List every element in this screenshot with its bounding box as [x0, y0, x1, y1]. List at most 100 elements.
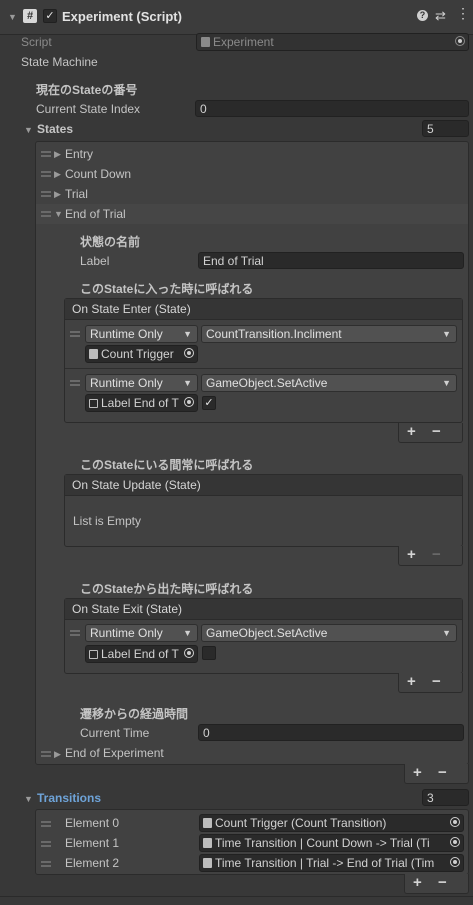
- exit-call-0-bool-checkbox[interactable]: [202, 646, 216, 660]
- drag-handle-icon[interactable]: [41, 841, 51, 847]
- foldout-arrow-icon[interactable]: ▼: [8, 12, 17, 22]
- drag-handle-icon[interactable]: [41, 171, 51, 177]
- context-menu-icon[interactable]: ⋮: [456, 6, 470, 20]
- drag-handle-icon[interactable]: [70, 630, 80, 636]
- transition-element-label: Element 0: [65, 816, 120, 830]
- states-size-input[interactable]: 5: [422, 120, 469, 137]
- exit-list-footer: + −: [398, 673, 463, 693]
- remove-button[interactable]: −: [432, 424, 441, 440]
- state-end-of-experiment-foldout-icon[interactable]: ▶: [54, 749, 61, 760]
- enter-call-1-function-dropdown[interactable]: GameObject.SetActive ▼: [201, 374, 457, 392]
- component-title: Experiment (Script): [62, 9, 182, 24]
- add-button[interactable]: +: [413, 875, 422, 891]
- drag-handle-icon[interactable]: [41, 821, 51, 827]
- state-item-end-of-trial[interactable]: End of Trial: [65, 206, 126, 222]
- exit-call-0-function-dropdown[interactable]: GameObject.SetActive ▼: [201, 624, 457, 642]
- current-state-index-label: Current State Index: [36, 102, 141, 116]
- object-picker-icon[interactable]: [184, 648, 194, 658]
- object-picker-icon[interactable]: [184, 348, 194, 358]
- enter-call-0-object-field[interactable]: Count Trigger: [85, 345, 198, 363]
- state-end-of-trial-foldout-icon[interactable]: ▼: [54, 209, 63, 219]
- on-state-enter-title: On State Enter (State): [65, 299, 462, 320]
- transition-element-1-field[interactable]: Time Transition | Count Down -> Trial (T…: [199, 834, 464, 852]
- update-header: このStateにいる間常に呼ばれる: [80, 458, 254, 472]
- enter-call-0-function-dropdown[interactable]: CountTransition.Incliment ▼: [201, 325, 457, 343]
- state-item-trial[interactable]: Trial: [65, 186, 88, 202]
- transitions-list-footer: + −: [404, 874, 469, 894]
- current-time-input[interactable]: 0: [198, 724, 464, 741]
- state-item-count-down[interactable]: Count Down: [65, 166, 131, 182]
- remove-button[interactable]: −: [438, 765, 447, 781]
- preset-icon[interactable]: ⇄: [435, 8, 446, 24]
- object-picker-icon[interactable]: [450, 817, 460, 827]
- component-header: ▼ # ✓ Experiment (Script) ? ⇄ ⋮: [0, 0, 473, 35]
- exit-call-0-object-field[interactable]: Label End of T: [85, 645, 198, 663]
- enter-call-0-mode-dropdown[interactable]: Runtime Only ▼: [85, 325, 198, 343]
- drag-handle-icon[interactable]: [41, 151, 51, 157]
- enter-call-1-object-field[interactable]: Label End of T: [85, 394, 198, 412]
- exit-header: このStateから出た時に呼ばれる: [80, 582, 254, 596]
- states-label: States: [37, 122, 74, 136]
- enter-list-footer: + −: [398, 423, 463, 443]
- states-foldout-icon[interactable]: ▼: [24, 125, 33, 135]
- remove-button[interactable]: −: [432, 674, 441, 690]
- list-empty-label: List is Empty: [73, 514, 142, 528]
- script-field-value: Experiment: [213, 35, 274, 49]
- transition-element-2-field[interactable]: Time Transition | Trial -> End of Trial …: [199, 854, 464, 872]
- gameobject-icon: [86, 647, 101, 661]
- enter-header: このStateに入った時に呼ばれる: [80, 282, 254, 296]
- divider: [65, 368, 462, 369]
- state-countdown-foldout-icon[interactable]: ▶: [54, 169, 61, 180]
- on-state-exit-title: On State Exit (State): [65, 599, 462, 620]
- object-picker-icon[interactable]: [450, 837, 460, 847]
- state-label-caption: Label: [80, 254, 110, 268]
- enter-call-1-mode-dropdown[interactable]: Runtime Only ▼: [85, 374, 198, 392]
- current-state-header: 現在のStateの番号: [36, 83, 138, 97]
- state-entry-foldout-icon[interactable]: ▶: [54, 149, 61, 160]
- state-label-input[interactable]: End of Trial: [198, 252, 464, 269]
- object-picker-icon[interactable]: [184, 397, 194, 407]
- add-button[interactable]: +: [407, 424, 416, 440]
- add-button[interactable]: +: [407, 547, 416, 563]
- object-field-value: Count Trigger: [101, 347, 174, 361]
- drag-handle-icon[interactable]: [41, 861, 51, 867]
- script-file-icon: [200, 836, 215, 850]
- component-enabled-checkbox[interactable]: ✓: [43, 9, 57, 23]
- states-list-footer: + −: [404, 764, 469, 784]
- script-file-icon: [200, 856, 215, 870]
- drag-handle-icon[interactable]: [70, 331, 80, 337]
- dropdown-caret-icon: ▼: [183, 378, 192, 388]
- dropdown-caret-icon: ▼: [183, 329, 192, 339]
- object-field-value: Time Transition | Count Down -> Trial (T…: [215, 836, 430, 850]
- transitions-size-input[interactable]: 3: [422, 789, 469, 806]
- current-state-index-input[interactable]: 0: [195, 100, 469, 117]
- transitions-foldout-icon[interactable]: ▼: [24, 794, 33, 804]
- on-state-update-title: On State Update (State): [65, 475, 462, 496]
- exit-call-0-mode-dropdown[interactable]: Runtime Only ▼: [85, 624, 198, 642]
- transition-element-0-field[interactable]: Count Trigger (Count Transition): [199, 814, 464, 832]
- object-picker-icon[interactable]: [450, 857, 460, 867]
- dropdown-value: GameObject.SetActive: [206, 626, 328, 640]
- remove-button: −: [432, 546, 441, 563]
- add-button[interactable]: +: [407, 674, 416, 690]
- object-field-value: Count Trigger (Count Transition): [215, 816, 387, 830]
- state-item-end-of-experiment[interactable]: End of Experiment: [65, 745, 164, 761]
- dropdown-caret-icon: ▼: [183, 628, 192, 638]
- dropdown-value: CountTransition.Incliment: [206, 327, 342, 341]
- state-trial-foldout-icon[interactable]: ▶: [54, 189, 61, 200]
- object-field-value: Label End of T: [101, 396, 179, 410]
- object-field-value: Label End of T: [101, 647, 179, 661]
- script-file-icon: [86, 347, 101, 361]
- remove-button[interactable]: −: [438, 875, 447, 891]
- enter-call-1-bool-checkbox[interactable]: ✓: [202, 396, 216, 410]
- drag-handle-icon[interactable]: [41, 191, 51, 197]
- help-icon[interactable]: ?: [417, 10, 428, 21]
- add-button[interactable]: +: [413, 765, 422, 781]
- transition-element-label: Element 2: [65, 856, 120, 870]
- drag-handle-icon[interactable]: [41, 211, 51, 217]
- drag-handle-icon[interactable]: [70, 380, 80, 386]
- current-time-label: Current Time: [80, 726, 150, 740]
- script-icon: #: [23, 9, 37, 23]
- drag-handle-icon[interactable]: [41, 751, 51, 757]
- state-item-entry[interactable]: Entry: [65, 146, 93, 162]
